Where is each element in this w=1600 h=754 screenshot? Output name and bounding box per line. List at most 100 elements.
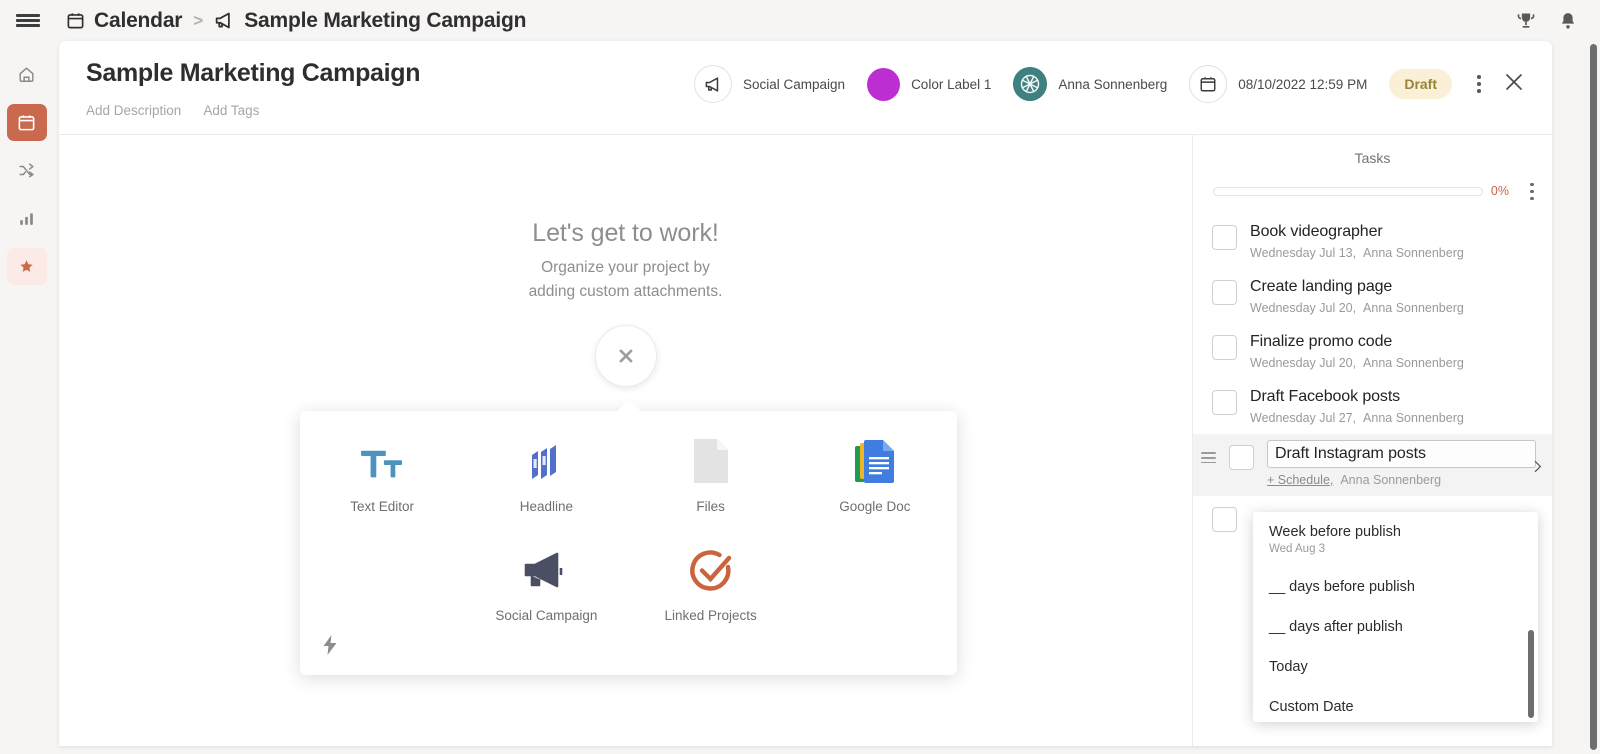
task-row[interactable]: Draft Facebook posts Wednesday Jul 27, A… [1193, 379, 1552, 434]
bell-icon[interactable] [1558, 11, 1578, 31]
sidebar-item-workflows[interactable] [7, 152, 47, 189]
task-meta: Wednesday Jul 20, Anna Sonnenberg [1250, 301, 1536, 315]
empty-state-line-1: Organize your project by [541, 259, 710, 276]
close-icon [615, 345, 637, 367]
app-root: Calendar > Sample Marketing Campaign Sam… [0, 0, 1600, 754]
attachment-option-label: Text Editor [350, 499, 415, 514]
task-assignee: Anna Sonnenberg [1363, 300, 1464, 315]
add-description-link[interactable]: Add Description [86, 103, 181, 118]
dropdown-option-custom-date[interactable]: Custom Date [1253, 687, 1538, 722]
attachment-option-headline[interactable]: Headline [464, 433, 628, 514]
attachment-picker-panel: Text Editor Headline Files Google Doc So… [300, 400, 957, 675]
megaphone-icon [694, 65, 732, 103]
task-name: Book videographer [1250, 222, 1383, 240]
task-date: Wednesday Jul 20, [1250, 355, 1357, 370]
task-checkbox[interactable] [1212, 224, 1237, 250]
empty-state-line-2: adding custom attachments. [528, 283, 723, 300]
status-badge[interactable]: Draft [1389, 69, 1452, 99]
file-icon [692, 433, 730, 485]
attachment-option-google-doc[interactable]: Google Doc [793, 433, 957, 514]
attachment-option-text-editor[interactable]: Text Editor [300, 433, 464, 514]
task-meta: + Schedule, Anna Sonnenberg [1267, 473, 1536, 487]
tasks-progress-row: 0% [1193, 166, 1552, 200]
card-header: Sample Marketing Campaign Add Descriptio… [59, 41, 1552, 135]
task-date: Wednesday Jul 27, [1250, 410, 1357, 425]
task-name-input[interactable]: Draft Instagram posts [1267, 439, 1536, 468]
dropdown-option-sub: Wed Aug 3 [1269, 543, 1326, 555]
megaphone-icon [521, 542, 571, 594]
color-label-text: Color Label 1 [911, 76, 992, 92]
task-row[interactable]: Finalize promo code Wednesday Jul 20, An… [1193, 324, 1552, 379]
attachments-workspace: Let's get to work! Organize your project… [59, 135, 1192, 746]
attachment-option-label: Social Campaign [495, 608, 598, 623]
task-checkbox[interactable] [1212, 334, 1237, 360]
task-checkbox[interactable] [1212, 506, 1237, 532]
progress-bar [1213, 186, 1483, 196]
color-label-chip[interactable]: Color Label 1 [867, 67, 992, 101]
chevron-right-icon[interactable] [1529, 458, 1546, 480]
dropdown-option-days-before-publish[interactable]: __ days before publish [1253, 567, 1538, 607]
close-icon[interactable] [1502, 70, 1526, 99]
more-options-icon[interactable] [1466, 75, 1492, 93]
breadcrumb-item-campaign[interactable]: Sample Marketing Campaign [244, 9, 526, 33]
breadcrumb: Calendar > Sample Marketing Campaign [66, 9, 526, 33]
breadcrumb-item-calendar[interactable]: Calendar [94, 9, 182, 33]
datetime-chip[interactable]: 08/10/2022 12:59 PM [1189, 65, 1367, 103]
sidebar-item-favorites[interactable] [6, 248, 47, 285]
hamburger-menu-icon[interactable] [0, 0, 56, 41]
task-assignee: Anna Sonnenberg [1363, 355, 1464, 370]
datetime-label: 08/10/2022 12:59 PM [1238, 76, 1368, 92]
trophy-icon[interactable] [1516, 11, 1536, 31]
schedule-link[interactable]: + Schedule, [1267, 473, 1333, 487]
task-checkbox[interactable] [1229, 444, 1254, 470]
dropdown-option-label: __ days before publish [1269, 579, 1415, 595]
chart-icon [17, 209, 36, 228]
attachment-option-linked-projects[interactable]: Linked Projects [629, 542, 793, 623]
lightning-bolt-icon[interactable] [322, 635, 339, 660]
sidebar-item-analytics[interactable] [7, 200, 47, 237]
attachment-option-files[interactable]: Files [629, 433, 793, 514]
page-scrollbar[interactable] [1590, 44, 1597, 750]
dropdown-option-label: __ days after publish [1269, 619, 1403, 635]
calendar-icon [17, 113, 36, 132]
attachment-option-social-campaign[interactable]: Social Campaign [464, 542, 628, 623]
dropdown-option-week-before-publish[interactable]: Week before publish Wed Aug 3 [1253, 512, 1538, 567]
top-bar: Calendar > Sample Marketing Campaign [0, 0, 1600, 41]
task-checkbox[interactable] [1212, 389, 1237, 415]
drag-handle-icon[interactable] [1201, 443, 1216, 464]
dropdown-scrollbar[interactable] [1528, 630, 1534, 718]
campaign-type-chip[interactable]: Social Campaign [694, 65, 845, 103]
owner-label: Anna Sonnenberg [1058, 76, 1168, 92]
task-list: Book videographer Wednesday Jul 13, Anna… [1193, 214, 1552, 541]
task-checkbox[interactable] [1212, 279, 1237, 305]
tasks-panel: Tasks 0% Book videographer Wednesday Jul… [1192, 135, 1552, 746]
task-name: Create landing page [1250, 277, 1393, 295]
task-row[interactable]: Create landing page Wednesday Jul 20, An… [1193, 269, 1552, 324]
toggle-attachment-picker-button[interactable] [594, 325, 657, 387]
sidebar-item-home[interactable] [7, 56, 47, 93]
task-assignee: Anna Sonnenberg [1363, 245, 1464, 260]
tasks-panel-title: Tasks [1354, 150, 1391, 166]
sidebar-item-calendar[interactable] [6, 104, 47, 141]
attachment-options-grid: Text Editor Headline Files Google Doc So… [300, 433, 957, 623]
tasks-menu-icon[interactable] [1520, 183, 1544, 200]
headline-icon [524, 433, 568, 485]
task-date: Wednesday Jul 13, [1250, 245, 1357, 260]
home-icon [17, 65, 36, 84]
task-meta: Wednesday Jul 20, Anna Sonnenberg [1250, 356, 1536, 370]
megaphone-icon [214, 10, 235, 31]
owner-chip[interactable]: Anna Sonnenberg [1013, 67, 1167, 101]
dropdown-option-days-after-publish[interactable]: __ days after publish [1253, 607, 1538, 647]
attachment-option-label: Google Doc [839, 499, 911, 514]
header-meta: Social Campaign Color Label 1 Anna Sonne… [694, 65, 1526, 103]
dropdown-option-today[interactable]: Today [1253, 647, 1538, 687]
attachment-option-label: Files [696, 499, 725, 514]
text-editor-icon [359, 433, 405, 485]
add-tags-link[interactable]: Add Tags [203, 103, 259, 118]
dropdown-option-label: Custom Date [1269, 699, 1354, 715]
task-row[interactable]: Book videographer Wednesday Jul 13, Anna… [1193, 214, 1552, 269]
top-bar-actions [1516, 11, 1600, 31]
star-icon [19, 259, 34, 274]
header-sub-links: Add Description Add Tags [86, 103, 259, 118]
task-row-selected[interactable]: Draft Instagram posts + Schedule, Anna S… [1193, 433, 1552, 496]
